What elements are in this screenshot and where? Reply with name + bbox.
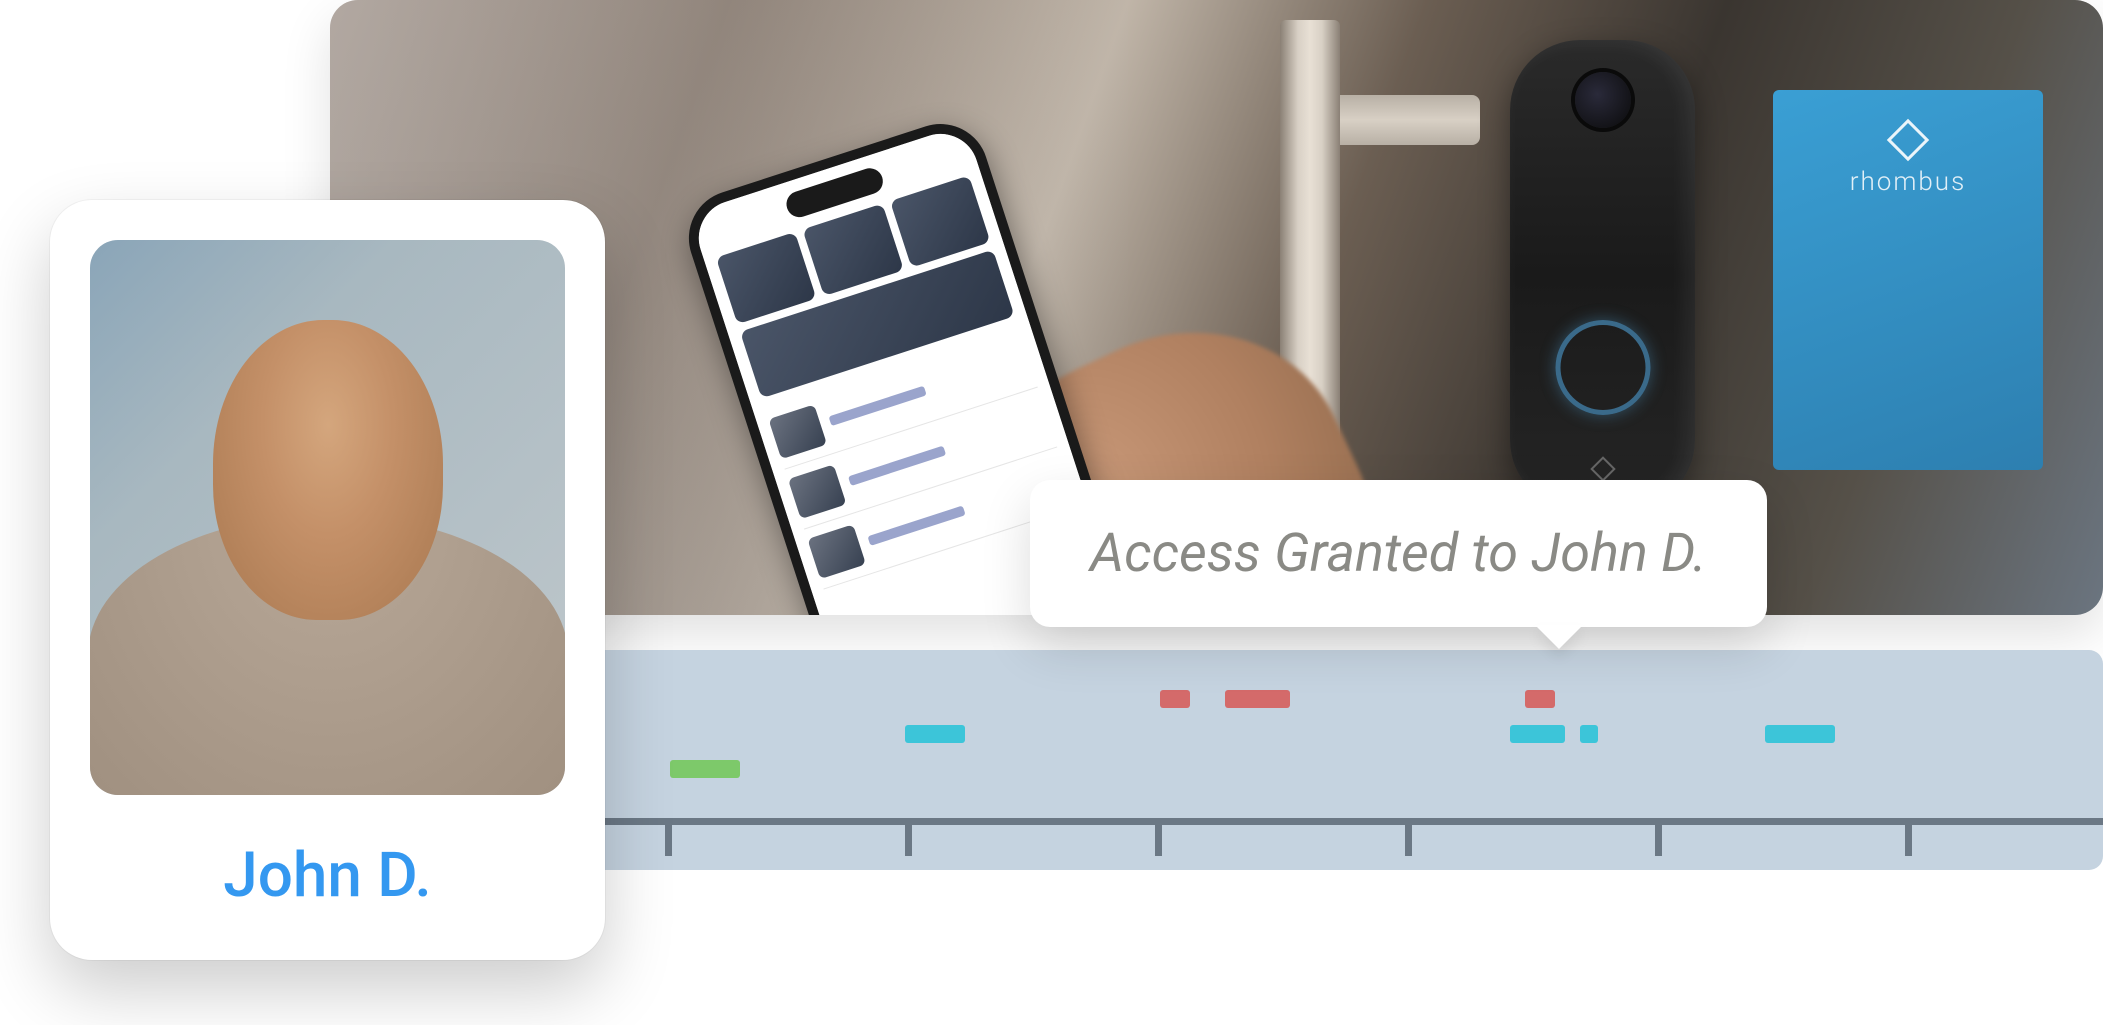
timeline-tick: [1655, 818, 1662, 856]
timeline-tick: [905, 818, 912, 856]
doorbell-brand-icon: [1590, 456, 1615, 481]
timeline-event-teal: [1765, 725, 1835, 743]
user-id-card: John D.: [50, 200, 605, 960]
phone-camera-tile: [890, 175, 991, 267]
timeline-event-teal: [1580, 725, 1598, 743]
timeline-event-red: [1525, 690, 1555, 708]
timeline-tick: [1905, 818, 1912, 856]
timeline-tick: [1405, 818, 1412, 856]
phone-camera-tile: [716, 232, 817, 324]
phone-camera-tile: [803, 204, 904, 296]
video-doorbell-device: [1510, 40, 1695, 510]
timeline-tick: [1155, 818, 1162, 856]
timeline-axis: [605, 818, 2103, 825]
rhombus-logo-icon: [1887, 119, 1929, 161]
tooltip-arrow-icon: [1535, 625, 1583, 649]
poster-brand-name: rhombus: [1793, 167, 2023, 197]
doorbell-camera-lens: [1575, 72, 1631, 128]
timeline-tick: [665, 818, 672, 856]
event-timeline: [605, 650, 2103, 870]
access-granted-tooltip: Access Granted to John D.: [1030, 480, 1767, 627]
tooltip-text: Access Granted to John D.: [1090, 522, 1707, 585]
timeline-event-teal: [905, 725, 965, 743]
doorbell-ring-button: [1555, 320, 1650, 415]
brand-poster: rhombus: [1773, 90, 2043, 470]
timeline-event-red: [1225, 690, 1290, 708]
user-name-label: John D.: [223, 839, 431, 912]
timeline-event-green: [670, 760, 740, 778]
timeline-event-teal: [1510, 725, 1565, 743]
user-photo: [90, 240, 565, 795]
timeline-event-red: [1160, 690, 1190, 708]
